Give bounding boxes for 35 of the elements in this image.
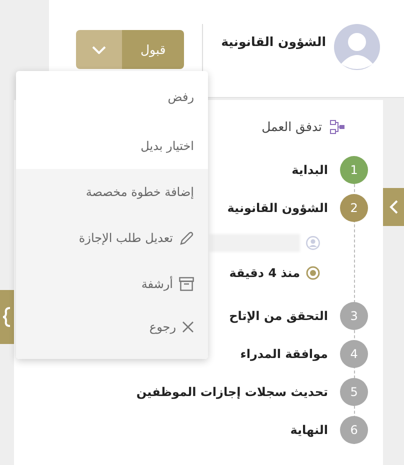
menu-item[interactable]: إضافة خطوة مخصصة [16, 169, 208, 215]
collapse-tab[interactable] [383, 188, 404, 226]
step-number: 4 [340, 340, 368, 368]
side-tab[interactable] [0, 290, 14, 344]
brace-icon [3, 307, 11, 327]
step-label: الشؤون القانونية [227, 201, 328, 215]
workflow-title: تدفق العمل [262, 119, 322, 134]
user-icon [306, 236, 320, 250]
menu-item[interactable]: رفض [16, 71, 208, 123]
user-name: الشؤون القانونية [221, 34, 326, 49]
menu-item[interactable]: اختيار بديل [16, 123, 208, 169]
close-icon [182, 321, 194, 333]
menu-item[interactable]: أرشفة [16, 261, 208, 307]
step-time: منذ 4 دقيقة [229, 266, 300, 280]
accept-button[interactable]: قبول [122, 30, 184, 69]
menu-item[interactable]: تعديل طلب الإجازة [16, 215, 208, 261]
step-number: 5 [340, 378, 368, 406]
step-number: 6 [340, 416, 368, 444]
workflow-icon [330, 120, 345, 134]
step-label: التحقق من الإتاح [229, 309, 328, 323]
step-number: 3 [340, 302, 368, 330]
pencil-icon [179, 230, 194, 246]
chevron-down-icon [92, 46, 106, 54]
status-dot-icon [306, 266, 320, 280]
step-label: البداية [292, 163, 328, 177]
chevron-left-icon [388, 200, 398, 214]
step-label: النهاية [290, 423, 328, 437]
archive-icon [179, 277, 194, 291]
dropdown-toggle[interactable] [76, 30, 122, 69]
menu-item[interactable]: رجوع [16, 307, 208, 359]
step-number: 2 [340, 194, 368, 222]
avatar-icon [334, 24, 380, 70]
step-number: 1 [340, 156, 368, 184]
step-label: تحديث سجلات إجازات الموظفين [136, 385, 328, 399]
step-label: موافقة المدراء [240, 347, 328, 361]
